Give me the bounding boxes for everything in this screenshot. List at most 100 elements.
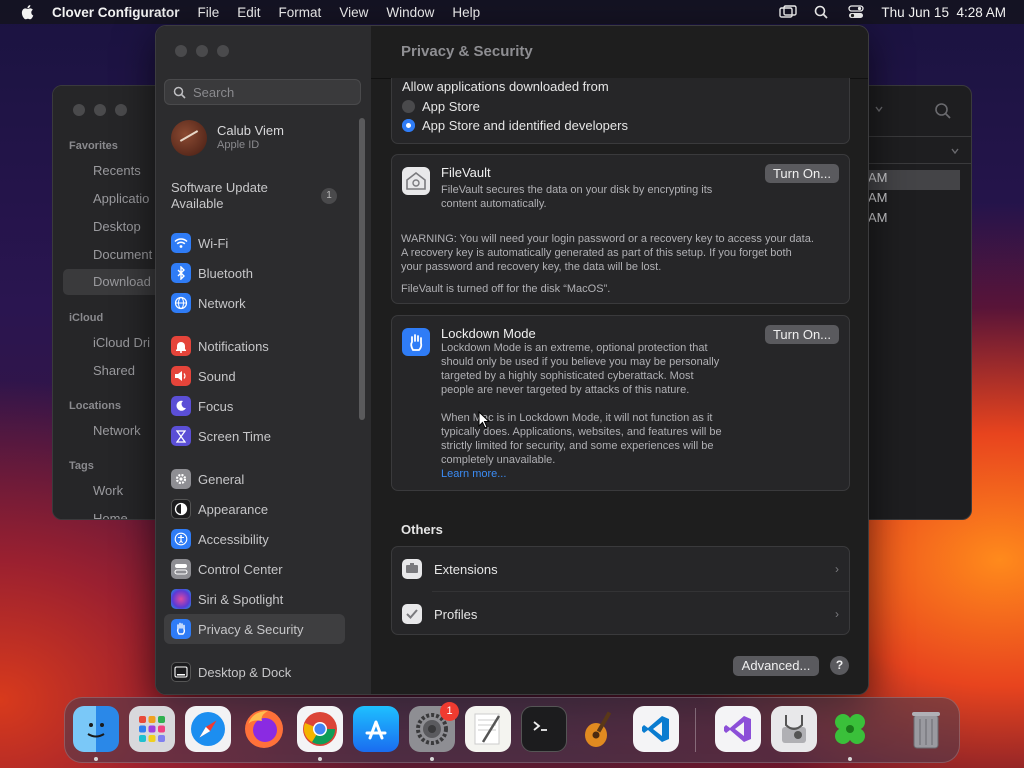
dock-safari[interactable] [185,706,231,752]
sidebar-item-general[interactable]: General [171,468,244,490]
control-center-icon[interactable] [847,5,865,19]
finder-item-network[interactable]: Network [93,423,141,438]
finder-row-time[interactable]: AM [868,170,960,190]
finder-item-recents[interactable]: Recents [93,163,141,178]
dock-launchpad[interactable] [129,706,175,752]
wifi-icon [171,233,191,253]
menu-help[interactable]: Help [452,5,480,20]
app-menu[interactable]: Clover Configurator [52,5,180,20]
learn-more-link[interactable]: Learn more... [441,467,722,481]
dock-firefox[interactable] [241,706,287,752]
minimize-button[interactable] [196,45,208,57]
sidebar-item-privacy-security[interactable]: Privacy & Security [164,614,345,644]
dock-textedit[interactable] [465,706,511,752]
close-button[interactable] [73,104,85,116]
finder-section-icloud: iCloud [69,312,104,324]
dock-terminal[interactable] [521,706,567,752]
dock-vscode[interactable] [633,706,679,752]
sidebar-item-notifications[interactable]: Notifications [171,335,269,357]
sidebar-item-desktop-dock[interactable]: Desktop & Dock [171,661,291,683]
sidebar-item-focus[interactable]: Focus [171,395,233,417]
apple-menu-icon[interactable] [20,4,34,20]
radio-button[interactable] [402,119,415,132]
screen-mirroring-icon[interactable] [779,5,798,19]
sidebar-item-wifi[interactable]: Wi-Fi [171,232,228,254]
lockdown-desc-line: Lockdown Mode is an extreme, optional pr… [441,342,708,354]
menu-file[interactable]: File [198,5,220,20]
finder-item-applications[interactable]: Applicatio [93,191,149,206]
finder-tag-home[interactable]: Home [93,511,128,519]
sidebar-item-control-center[interactable]: Control Center [171,558,283,580]
sidebar-item-sound[interactable]: Sound [171,365,236,387]
sidebar-item-accessibility[interactable]: Accessibility [171,528,269,550]
warning-line: your password and recovery key, the data… [401,261,662,273]
siri-icon [171,589,191,609]
sidebar-item-label: Sound [198,368,236,384]
sidebar-item-bluetooth[interactable]: Bluetooth [171,262,253,284]
menu-view[interactable]: View [339,5,368,20]
sidebar-item-siri-spotlight[interactable]: Siri & Spotlight [171,588,283,610]
help-button[interactable]: ? [830,656,849,675]
apple-id-account[interactable]: Calub Viem Apple ID [171,120,284,156]
dock-clover-configurator[interactable] [827,706,873,752]
dock-disk-utility[interactable] [771,706,817,752]
sidebar-scrollbar[interactable] [359,118,365,420]
menu-window[interactable]: Window [386,5,434,20]
settings-search-field[interactable]: Search [164,79,361,105]
dock-garageband[interactable] [577,706,623,752]
sidebar-item-label: Siri & Spotlight [198,591,284,607]
zoom-button[interactable] [115,104,127,116]
clover-icon [835,714,865,744]
dock-app-store[interactable] [353,706,399,752]
hand-icon [171,619,191,639]
finder-item-shared[interactable]: Shared [93,363,135,378]
finder-row-time[interactable]: AM [868,190,960,210]
radio-button[interactable] [402,100,415,113]
dock-separator [695,708,696,752]
settings-sidebar: Search Calub Viem Apple ID Software Upda… [156,26,371,694]
dock-visual-studio[interactable] [715,706,761,752]
sidebar-item-label: Bluetooth [198,265,253,281]
extensions-row[interactable]: Extensions › [392,547,849,592]
radio-app-store-identified[interactable]: App Store and identified developers [402,118,628,133]
dock-chrome[interactable] [297,706,343,752]
finder-file-list: AM AM AM [868,86,971,519]
close-button[interactable] [175,45,187,57]
settings-window-controls [175,45,229,57]
chevron-right-icon: › [835,562,839,576]
menu-bar-clock[interactable]: Thu Jun 15 4:28 AM [881,5,1006,20]
finder-row-time[interactable]: AM [868,210,960,230]
finder-item-documents[interactable]: Document [93,247,152,262]
sidebar-item-label: Wi-Fi [198,235,229,251]
menu-edit[interactable]: Edit [237,5,260,20]
search-icon[interactable] [934,102,952,120]
finder-item-icloud-drive[interactable]: iCloud Dri [93,335,150,350]
menu-format[interactable]: Format [279,5,322,20]
radio-app-store[interactable]: App Store [402,99,480,114]
sidebar-item-label: Accessibility [198,531,269,547]
spotlight-search-icon[interactable] [813,5,831,19]
bluetooth-icon [171,263,191,283]
stethoscope-icon [782,715,806,743]
finder-item-desktop[interactable]: Desktop [93,219,141,234]
profiles-label: Profiles [434,606,478,622]
software-update-item[interactable]: Software Update Available [171,180,311,212]
sidebar-item-label: Appearance [198,501,269,517]
chevron-down-icon[interactable] [874,104,884,114]
finder-icon [87,723,105,738]
lockdown-turn-on-button[interactable]: Turn On... [765,325,839,344]
profiles-row[interactable]: Profiles › [392,592,849,636]
sidebar-item-network[interactable]: Network [171,292,246,314]
filevault-turn-on-button[interactable]: Turn On... [765,164,839,183]
dock-trash[interactable] [903,706,949,752]
sidebar-item-appearance[interactable]: Appearance [171,498,268,520]
finder-tag-work[interactable]: Work [93,483,123,498]
settings-notification-badge: 1 [440,702,459,721]
chevron-down-icon[interactable] [950,146,960,156]
zoom-button[interactable] [217,45,229,57]
sidebar-item-screen-time[interactable]: Screen Time [171,425,271,447]
page-title: Privacy & Security [401,43,533,60]
advanced-button[interactable]: Advanced... [733,656,819,676]
dock-finder[interactable] [73,706,119,752]
minimize-button[interactable] [94,104,106,116]
